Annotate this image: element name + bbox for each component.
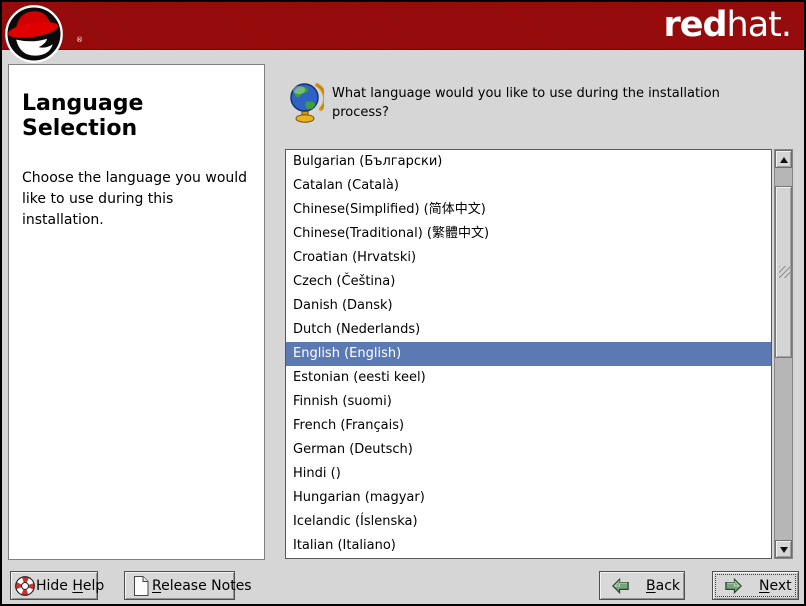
back-label: Back bbox=[646, 578, 680, 594]
help-text-line2: like to use during this installation. bbox=[22, 191, 173, 228]
shadowman-logo bbox=[4, 4, 64, 64]
help-text: Choose the language you would like to us… bbox=[22, 168, 251, 231]
scrollbar[interactable] bbox=[774, 149, 793, 559]
language-item[interactable]: Chinese(Traditional) (繁體中文) bbox=[286, 222, 771, 246]
language-item[interactable]: Hungarian (magyar) bbox=[286, 486, 771, 510]
wordmark-regular: hat. bbox=[727, 5, 791, 45]
scroll-down-icon bbox=[780, 547, 788, 553]
back-button[interactable]: Back bbox=[599, 571, 685, 600]
redhat-wordmark: redhat. bbox=[663, 5, 791, 45]
question-line2: process? bbox=[332, 105, 389, 120]
scrollbar-grip bbox=[779, 266, 790, 278]
language-item-selected[interactable]: English (English) bbox=[286, 342, 771, 366]
language-item[interactable]: Estonian (eesti keel) bbox=[286, 366, 771, 390]
arrow-left-icon bbox=[611, 577, 630, 595]
hide-help-button[interactable]: Hide Help bbox=[10, 571, 98, 600]
language-item[interactable]: Danish (Dansk) bbox=[286, 294, 771, 318]
release-notes-button[interactable]: Release Notes bbox=[124, 571, 235, 600]
scroll-up-button[interactable] bbox=[775, 150, 792, 168]
language-item[interactable]: Finnish (suomi) bbox=[286, 390, 771, 414]
page-title: Language Selection bbox=[22, 91, 251, 141]
globe-icon bbox=[288, 80, 324, 124]
next-button[interactable]: Next bbox=[712, 571, 799, 600]
language-list: Bulgarian (Български)Catalan (Català)Chi… bbox=[285, 149, 772, 559]
language-item[interactable]: Italian (Italiano) bbox=[286, 534, 771, 558]
lifebuoy-icon bbox=[14, 575, 36, 597]
arrow-right-icon bbox=[724, 577, 743, 595]
release-notes-label: Release Notes bbox=[152, 578, 252, 594]
wordmark-bold: red bbox=[663, 5, 726, 45]
question-text: What language would you like to use duri… bbox=[332, 85, 732, 123]
help-panel: Language Selection Choose the language y… bbox=[8, 64, 265, 560]
language-item[interactable]: Catalan (Català) bbox=[286, 174, 771, 198]
scroll-up-icon bbox=[780, 157, 788, 163]
hide-help-label: Hide Help bbox=[36, 578, 104, 594]
installer-window: redhat. ® Language Selection Choose the … bbox=[0, 0, 806, 606]
language-item[interactable]: Icelandic (Íslenska) bbox=[286, 510, 771, 534]
question-line1: What language would you like to use duri… bbox=[332, 86, 720, 101]
language-item[interactable]: Czech (Čeština) bbox=[286, 270, 771, 294]
language-item[interactable]: Bulgarian (Български) bbox=[286, 150, 771, 174]
language-item[interactable]: Hindi () bbox=[286, 462, 771, 486]
next-label: Next bbox=[759, 578, 792, 594]
language-item[interactable]: German (Deutsch) bbox=[286, 438, 771, 462]
registered-trademark: ® bbox=[76, 36, 83, 44]
help-text-line1: Choose the language you would bbox=[22, 170, 247, 186]
language-item[interactable]: Chinese(Simplified) (简体中文) bbox=[286, 198, 771, 222]
document-icon bbox=[130, 575, 152, 597]
language-item[interactable]: French (Français) bbox=[286, 414, 771, 438]
language-item[interactable]: Croatian (Hrvatski) bbox=[286, 246, 771, 270]
scroll-down-button[interactable] bbox=[775, 540, 792, 558]
app-header: redhat. bbox=[2, 2, 804, 50]
scrollbar-thumb[interactable] bbox=[775, 186, 792, 358]
language-item[interactable]: Dutch (Nederlands) bbox=[286, 318, 771, 342]
language-list-container: Bulgarian (Български)Catalan (Català)Chi… bbox=[285, 149, 793, 559]
